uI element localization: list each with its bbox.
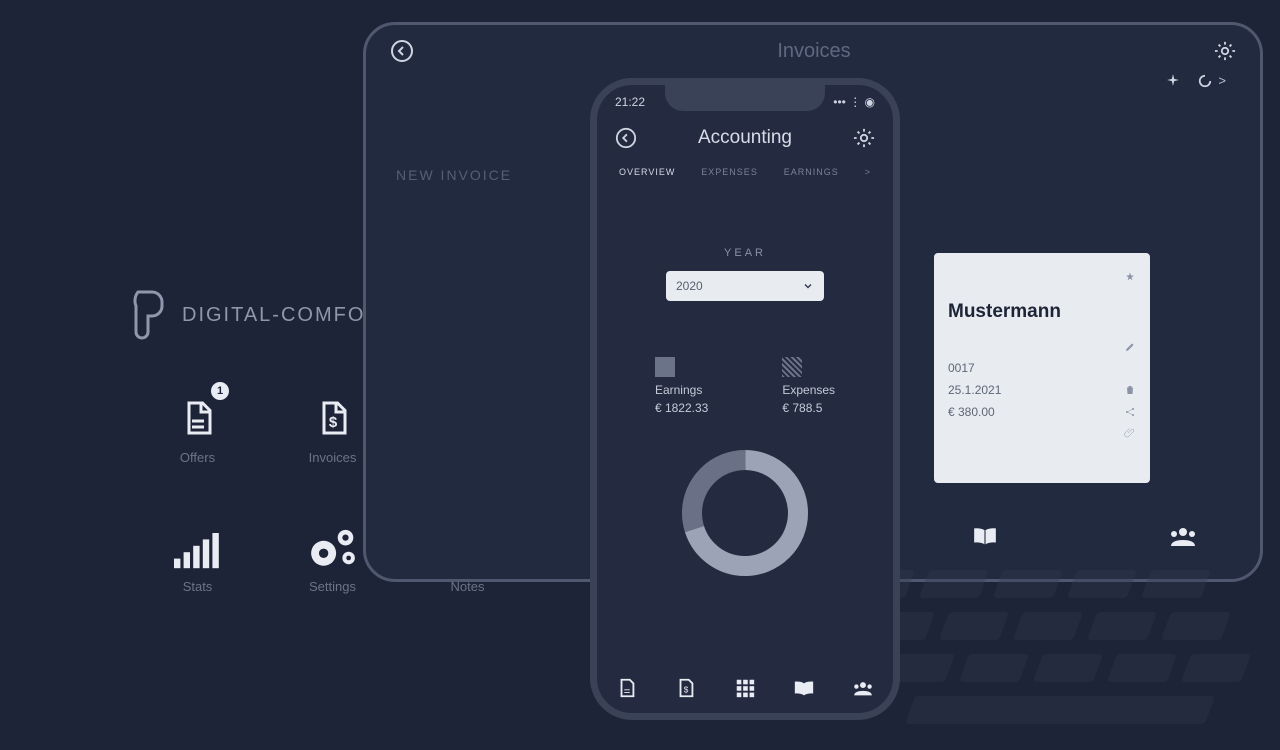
gears-icon: [308, 525, 358, 569]
invoice-detail-card[interactable]: Mustermann 0017 25.1.2021 € 380.00: [934, 253, 1150, 483]
svg-text:$: $: [683, 686, 688, 695]
invoice-client-name: Mustermann: [948, 301, 1136, 323]
tab-expenses[interactable]: EXPENSES: [701, 167, 758, 177]
svg-text:$: $: [328, 414, 337, 431]
phone-frame: 21:22 ••• ⋮ ◉ Accounting OVERVIEW EXPENS…: [590, 78, 900, 720]
gear-icon[interactable]: [1214, 40, 1236, 62]
tablet-loading-icon: >: [1198, 73, 1226, 88]
phone-bottom-nav: $: [597, 677, 893, 699]
app-stats[interactable]: Stats: [130, 519, 265, 594]
tab-earnings[interactable]: EARNINGS: [784, 167, 839, 177]
app-invoices-label: Invoices: [309, 450, 357, 465]
status-time: 21:22: [615, 95, 645, 109]
book-open-icon[interactable]: [972, 525, 998, 547]
year-select[interactable]: 2020: [666, 271, 824, 301]
invoice-icon: $: [315, 396, 351, 440]
donut-chart: [675, 443, 815, 583]
sparkle-icon[interactable]: [1166, 73, 1180, 87]
brand-logo-icon: [118, 288, 166, 342]
legend-earnings-value: € 1822.33: [655, 401, 708, 415]
nav-people-icon[interactable]: [852, 677, 874, 699]
phone-tabs: OVERVIEW EXPENSES EARNINGS >: [597, 155, 893, 177]
new-invoice-heading: NEW INVOICE: [396, 167, 512, 183]
offers-badge: 1: [211, 382, 229, 400]
share-icon[interactable]: [1124, 406, 1136, 418]
tab-more[interactable]: >: [865, 167, 871, 177]
keyboard-silhouette: [850, 570, 1280, 750]
chart-legend: Earnings € 1822.33 Expenses € 788.5: [597, 357, 893, 415]
invoice-date: 25.1.2021: [948, 383, 1001, 397]
legend-expenses-label: Expenses: [782, 383, 835, 397]
legend-expenses-value: € 788.5: [782, 401, 822, 415]
app-stats-label: Stats: [183, 579, 213, 594]
back-icon[interactable]: [390, 39, 414, 63]
back-icon[interactable]: [615, 127, 637, 149]
download-icon[interactable]: [1124, 362, 1136, 374]
phone-title: Accounting: [698, 127, 792, 149]
year-value: 2020: [676, 279, 703, 293]
star-icon: [1124, 271, 1136, 283]
app-offers[interactable]: 1 Offers: [130, 390, 265, 465]
nav-invoices-icon[interactable]: $: [675, 677, 697, 699]
app-offers-label: Offers: [180, 450, 215, 465]
attachment-icon[interactable]: [1124, 427, 1136, 439]
trash-icon[interactable]: [1124, 384, 1136, 396]
bars-icon: [174, 529, 222, 569]
document-icon: [180, 396, 216, 440]
nav-book-icon[interactable]: [793, 677, 815, 699]
invoice-amount: € 380.00: [948, 405, 995, 419]
legend-earnings-label: Earnings: [655, 383, 702, 397]
tablet-title: Invoices: [777, 40, 850, 63]
people-icon[interactable]: [1168, 525, 1198, 547]
status-indicators-icon: ••• ⋮ ◉: [833, 95, 875, 109]
chevron-down-icon: [802, 280, 814, 292]
tab-overview[interactable]: OVERVIEW: [619, 167, 675, 177]
nav-offers-icon[interactable]: [616, 677, 638, 699]
phone-notch: [665, 85, 825, 111]
app-settings-label: Settings: [309, 579, 356, 594]
edit-icon[interactable]: [1124, 341, 1136, 353]
year-label: YEAR: [597, 247, 893, 259]
nav-grid-icon[interactable]: [734, 677, 756, 699]
gear-icon[interactable]: [853, 127, 875, 149]
invoice-number: 0017: [948, 361, 975, 375]
